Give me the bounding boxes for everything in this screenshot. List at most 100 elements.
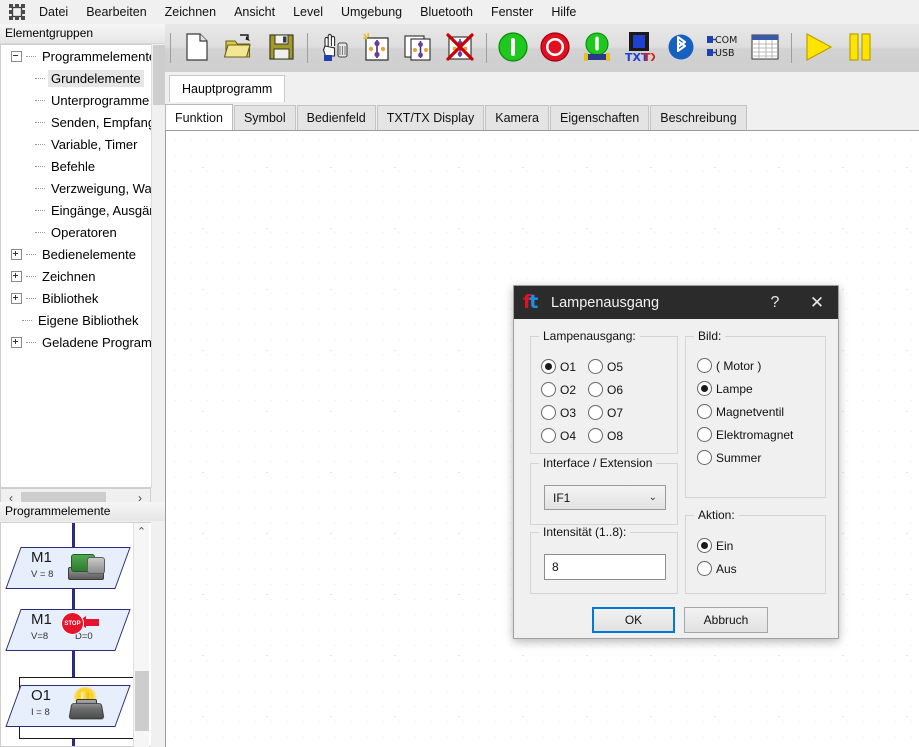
- ft-logo-icon: f t: [523, 292, 545, 312]
- list-item[interactable]: M1 V=8 D=0 STOP: [5, 609, 131, 653]
- radio-o8[interactable]: O8: [588, 428, 623, 443]
- tree-item-operatoren[interactable]: Operatoren: [1, 221, 151, 243]
- tab-bedienfeld[interactable]: Bedienfeld: [296, 105, 376, 130]
- tree-vertical-scrollbar[interactable]: [151, 44, 165, 488]
- menu-item-datei[interactable]: Datei: [30, 1, 77, 23]
- bluetooth-button[interactable]: [662, 28, 700, 68]
- expand-icon[interactable]: [11, 292, 22, 304]
- motor-icon: [65, 552, 107, 582]
- expand-icon[interactable]: [11, 248, 22, 260]
- help-icon[interactable]: ?: [754, 286, 796, 319]
- radio-dot: [541, 428, 556, 443]
- pause-button[interactable]: [841, 28, 879, 68]
- tree-item-geladene-programme[interactable]: Geladene Programme: [1, 331, 151, 353]
- txt-controller-button[interactable]: TXT TX: [620, 28, 660, 68]
- list-item[interactable]: O1 I = 8: [5, 677, 137, 739]
- start-interface-button[interactable]: [578, 28, 616, 68]
- tab-symbol[interactable]: Symbol: [233, 105, 296, 130]
- delete-subprogram-button[interactable]: [441, 28, 479, 68]
- interface-select[interactable]: IF1 ⌄: [544, 485, 666, 510]
- delete-element-button[interactable]: [315, 28, 353, 68]
- start-button[interactable]: [494, 28, 532, 68]
- radio-dot: [697, 427, 712, 442]
- tree-item-eigene-bibliothek[interactable]: Eigene Bibliothek: [1, 309, 151, 331]
- tree-item-zeichnen[interactable]: Zeichnen: [1, 265, 151, 287]
- scroll-up-arrow[interactable]: ⌃: [134, 523, 149, 540]
- program-elements-scrollbar[interactable]: ⌃: [133, 523, 149, 747]
- menu-item-bluetooth[interactable]: Bluetooth: [411, 1, 482, 23]
- element-groups-tree[interactable]: Programmelemente Grundelemente Unterprog…: [0, 44, 151, 488]
- copy-subprogram-button[interactable]: [399, 28, 437, 68]
- tree-item-befehle[interactable]: Befehle: [1, 155, 151, 177]
- radio-o4[interactable]: O4: [541, 428, 576, 443]
- radio-elektromagnet[interactable]: Elektromagnet: [697, 427, 793, 442]
- toolbar-separator: [486, 33, 487, 63]
- radio-aus[interactable]: Aus: [697, 561, 737, 576]
- scrollbar-thumb[interactable]: [135, 671, 149, 731]
- list-item[interactable]: M1 V = 8: [5, 547, 131, 591]
- tab-txt-tx-display[interactable]: TXT/TX Display: [376, 105, 485, 130]
- program-elements-list[interactable]: M1 V = 8 M1 V=8 D=0 STOP O1 I = 8: [0, 522, 151, 747]
- tab-hauptprogramm[interactable]: Hauptprogramm: [169, 75, 286, 103]
- radio-dot: [588, 405, 603, 420]
- tree-item-label: Eingänge, Ausgänge: [51, 202, 151, 218]
- document-tab-row: Hauptprogramm: [165, 72, 919, 103]
- tree-item-grundelemente[interactable]: Grundelemente: [1, 67, 151, 89]
- tree-item-bedienelemente[interactable]: Bedienelemente: [1, 243, 151, 265]
- radio-dot: [697, 538, 712, 553]
- table-button[interactable]: [746, 28, 784, 68]
- radio-summer[interactable]: Summer: [697, 450, 761, 465]
- tab-kamera[interactable]: Kamera: [485, 105, 550, 130]
- tree-item-label: Unterprogramme: [51, 92, 150, 108]
- com-usb-button[interactable]: COM USB: [704, 28, 742, 68]
- collapse-icon[interactable]: [11, 50, 22, 62]
- scrollbar-thumb[interactable]: [153, 45, 165, 105]
- tab-eigenschaften[interactable]: Eigenschaften: [550, 105, 650, 130]
- radio-o1[interactable]: O1: [541, 359, 576, 374]
- radio-lampe[interactable]: Lampe: [697, 381, 753, 396]
- intensity-input[interactable]: 8: [544, 554, 666, 580]
- menu-item-ansicht[interactable]: Ansicht: [225, 1, 284, 23]
- close-icon[interactable]: ✕: [796, 286, 838, 319]
- menu-item-level[interactable]: Level: [284, 1, 332, 23]
- menu-item-bearbeiten[interactable]: Bearbeiten: [77, 1, 155, 23]
- tree-item-unterprogramme[interactable]: Unterprogramme: [1, 89, 151, 111]
- expand-icon[interactable]: [11, 270, 22, 282]
- radio-o5[interactable]: O5: [588, 359, 623, 374]
- tab-beschreibung[interactable]: Beschreibung: [650, 105, 747, 130]
- tree-item-eingaenge-ausgaenge[interactable]: Eingänge, Ausgänge: [1, 199, 151, 221]
- new-file-button[interactable]: [178, 28, 216, 68]
- expand-icon[interactable]: [11, 336, 22, 348]
- menu-item-zeichnen[interactable]: Zeichnen: [156, 1, 225, 23]
- intensity-group: Intensität (1..8): 8: [530, 525, 678, 594]
- radio-o2[interactable]: O2: [541, 382, 576, 397]
- radio-motor[interactable]: ( Motor ): [697, 358, 761, 373]
- radio-o6[interactable]: O6: [588, 382, 623, 397]
- tree-item-variable-timer[interactable]: Variable, Timer: [1, 133, 151, 155]
- tree-item-programmelemente[interactable]: Programmelemente: [1, 45, 151, 67]
- radio-label: O6: [607, 382, 624, 397]
- toolbar: TXT TX COM USB: [165, 24, 919, 73]
- dialog-title-bar[interactable]: f t Lampenausgang ? ✕: [514, 286, 838, 319]
- new-subprogram-button[interactable]: [357, 28, 395, 68]
- menu-item-umgebung[interactable]: Umgebung: [332, 1, 411, 23]
- tab-funktion[interactable]: Funktion: [165, 104, 233, 131]
- tree-item-verzweigung-warten[interactable]: Verzweigung, Warten: [1, 177, 151, 199]
- radio-ein[interactable]: Ein: [697, 538, 733, 553]
- intensity-value: 8: [552, 560, 559, 574]
- open-file-button[interactable]: [220, 28, 258, 68]
- radio-dot: [588, 359, 603, 374]
- cancel-button[interactable]: Abbruch: [684, 607, 768, 633]
- play-button[interactable]: [799, 28, 837, 68]
- motor-stop-icon: STOP: [61, 612, 109, 635]
- radio-magnetventil[interactable]: Magnetventil: [697, 404, 784, 419]
- tree-item-senden-empfangen[interactable]: Senden, Empfangen: [1, 111, 151, 133]
- radio-o7[interactable]: O7: [588, 405, 623, 420]
- save-file-button[interactable]: [262, 28, 300, 68]
- ok-button[interactable]: OK: [592, 607, 675, 633]
- radio-o3[interactable]: O3: [541, 405, 576, 420]
- stop-button[interactable]: [536, 28, 574, 68]
- menu-item-fenster[interactable]: Fenster: [482, 1, 542, 23]
- tree-item-bibliothek[interactable]: Bibliothek: [1, 287, 151, 309]
- menu-item-hilfe[interactable]: Hilfe: [542, 1, 585, 23]
